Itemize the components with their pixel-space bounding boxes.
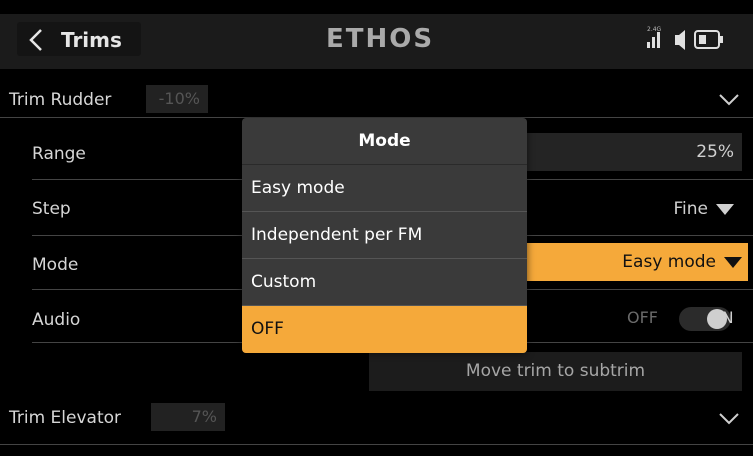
band-label: 2.4G bbox=[647, 26, 662, 33]
mode-dialog: Mode Easy mode Independent per FM Custom… bbox=[242, 118, 527, 353]
chevron-down-icon[interactable] bbox=[718, 412, 740, 426]
back-button[interactable]: Trims bbox=[17, 22, 141, 56]
signal-icon bbox=[647, 32, 660, 48]
dropdown-triangle-icon bbox=[724, 256, 742, 268]
range-field[interactable]: 25% bbox=[527, 133, 742, 171]
page-title: Trims bbox=[61, 28, 122, 52]
screen: Trims ETHOS 2.4G Trim Rudder -10% Range … bbox=[0, 0, 753, 456]
trim-elevator-value: 7% bbox=[151, 403, 225, 431]
move-trim-button[interactable]: Move trim to subtrim bbox=[369, 352, 742, 391]
option-easy-mode[interactable]: Easy mode bbox=[242, 165, 527, 212]
chevron-down-icon[interactable] bbox=[718, 93, 740, 107]
speaker-icon bbox=[675, 30, 685, 50]
dropdown-triangle-icon bbox=[716, 203, 734, 215]
step-label: Step bbox=[32, 199, 71, 219]
chevron-left-icon bbox=[29, 29, 42, 51]
range-value: 25% bbox=[696, 142, 734, 162]
range-label: Range bbox=[32, 144, 86, 164]
option-independent-per-fm[interactable]: Independent per FM bbox=[242, 212, 527, 259]
trim-rudder-label: Trim Rudder bbox=[9, 90, 112, 110]
battery-icon bbox=[694, 30, 723, 49]
option-off[interactable]: OFF bbox=[242, 306, 527, 353]
toggle-on-label: ON bbox=[709, 308, 734, 327]
toggle-off-label: OFF bbox=[627, 308, 658, 327]
trim-elevator-row[interactable]: Trim Elevator 7% bbox=[0, 400, 753, 440]
trim-rudder-row[interactable]: Trim Rudder -10% bbox=[0, 80, 753, 120]
trim-elevator-label: Trim Elevator bbox=[9, 408, 122, 428]
mode-label: Mode bbox=[32, 255, 79, 275]
svg-text:ETHOS: ETHOS bbox=[326, 24, 434, 54]
mode-value: Easy mode bbox=[622, 252, 716, 272]
trim-rudder-value: -10% bbox=[146, 85, 208, 113]
ethos-logo: ETHOS bbox=[326, 21, 440, 55]
mode-dropdown[interactable]: Easy mode bbox=[527, 243, 748, 281]
option-custom[interactable]: Custom bbox=[242, 259, 527, 306]
status-icons: 2.4G bbox=[645, 22, 745, 56]
step-value: Fine bbox=[673, 199, 709, 219]
header-bar: Trims ETHOS 2.4G bbox=[0, 14, 753, 69]
divider bbox=[0, 444, 753, 445]
audio-label: Audio bbox=[32, 310, 81, 330]
step-dropdown[interactable]: Fine bbox=[527, 190, 742, 228]
dialog-title: Mode bbox=[242, 118, 527, 165]
